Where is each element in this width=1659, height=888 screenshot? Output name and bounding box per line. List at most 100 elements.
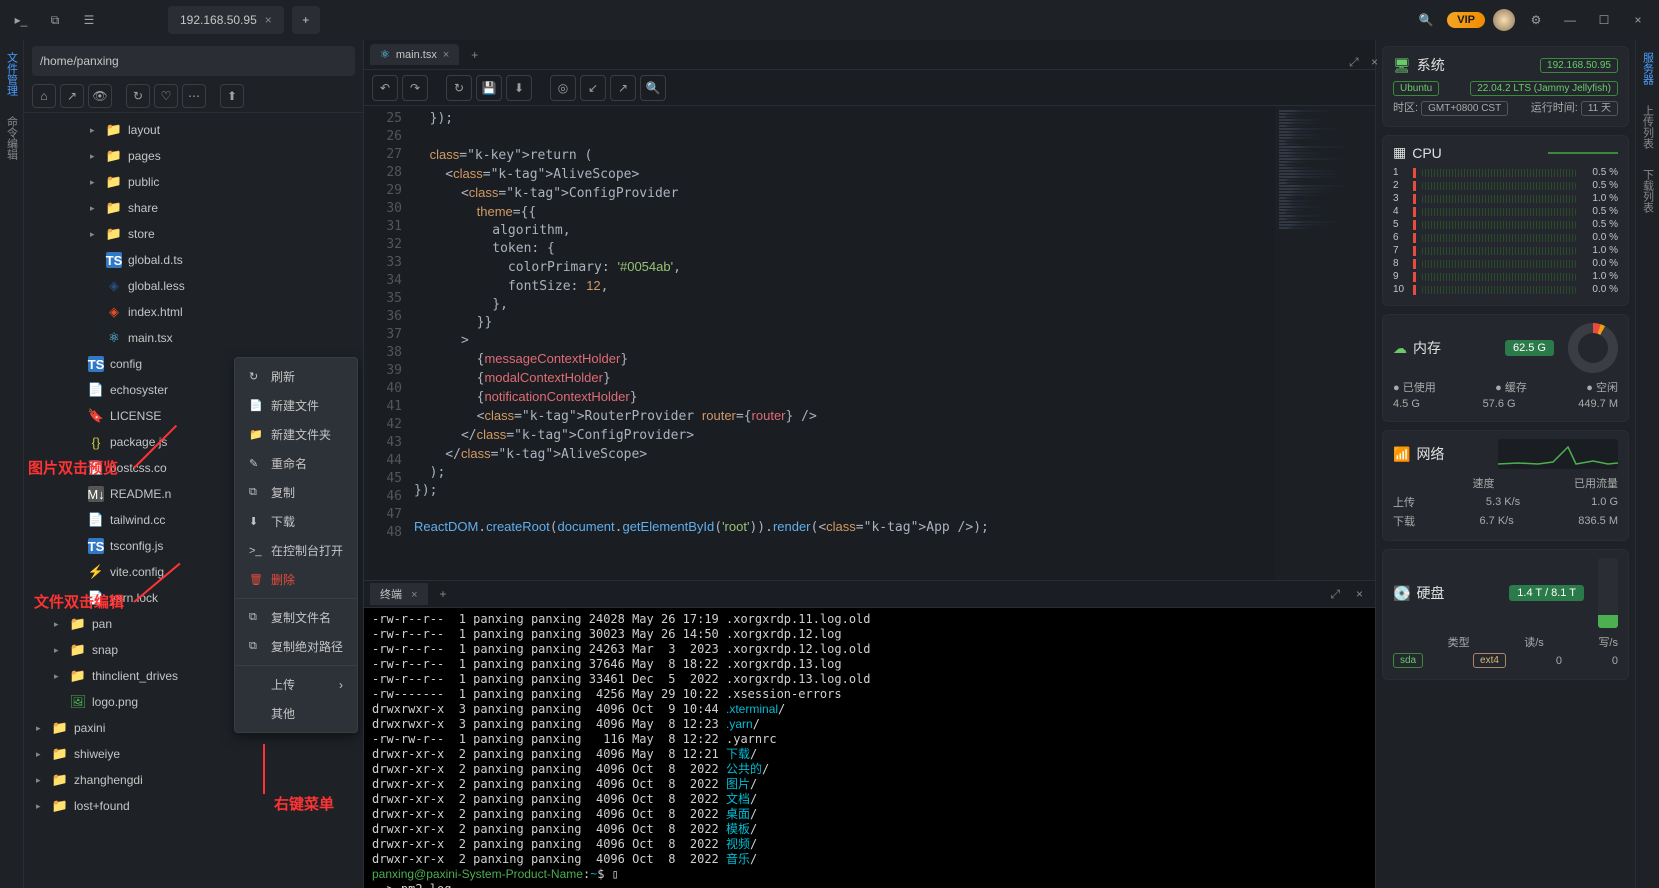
left-sidebar: 文件管理 命令编辑	[0, 40, 24, 888]
file-panel: /home/panxing ⌂ ↗ 👁 ↻ ♡ ⋯ ⬆ 图片双击预览 文件双击编…	[24, 40, 364, 888]
expand-icon[interactable]: ⤢	[1324, 587, 1346, 602]
tree-item[interactable]: ◈global.less	[24, 273, 363, 299]
download-icon[interactable]: ⬇	[506, 75, 532, 101]
tree-item[interactable]: ▸📁share	[24, 195, 363, 221]
tab-command-editor[interactable]: 命令编辑	[2, 112, 22, 164]
context-menu-item[interactable]: ⬇下载	[235, 507, 357, 536]
tree-item[interactable]: ⚛main.tsx	[24, 325, 363, 351]
context-menu-item[interactable]: ⧉复制文件名	[235, 603, 357, 632]
tree-label: yarn.lock	[110, 591, 158, 605]
new-terminal-tab[interactable]: +	[432, 587, 455, 601]
tree-item[interactable]: TSglobal.d.ts	[24, 247, 363, 273]
close-icon[interactable]: ×	[265, 13, 272, 27]
context-menu-item[interactable]: 🗑删除	[235, 565, 357, 594]
refresh-icon[interactable]: ↻	[446, 75, 472, 101]
list-icon[interactable]: ☰	[76, 7, 102, 33]
file-toolbar: ⌂ ↗ 👁 ↻ ♡ ⋯ ⬆	[24, 80, 363, 113]
editor-tabs: ⚛ main.tsx × +	[364, 40, 1375, 70]
terminal[interactable]: -rw-r--r-- 1 panxing panxing 24028 May 2…	[364, 608, 1375, 888]
minimize-icon[interactable]: —	[1557, 7, 1583, 33]
editor-tab-main[interactable]: ⚛ main.tsx ×	[370, 44, 459, 65]
close-icon[interactable]: ×	[411, 589, 417, 601]
tree-item[interactable]: ◈index.html	[24, 299, 363, 325]
layout-icon[interactable]: ⧉	[42, 7, 68, 33]
file-tree: 图片双击预览 文件双击编辑 右键菜单 ▸📁layout▸📁pages▸📁publ…	[24, 113, 363, 888]
favorite-icon[interactable]: ♡	[154, 84, 178, 108]
tree-label: public	[128, 175, 159, 189]
tree-item[interactable]: ▸📁store	[24, 221, 363, 247]
compass-icon[interactable]: ◎	[550, 75, 576, 101]
save-icon[interactable]: 💾	[476, 75, 502, 101]
more-icon[interactable]: ⋯	[182, 84, 206, 108]
undo-icon[interactable]: ↶	[372, 75, 398, 101]
upload-icon[interactable]: ⬆	[220, 84, 244, 108]
cpu-core-row: 10.5 %	[1393, 167, 1618, 178]
minimap[interactable]	[1275, 106, 1375, 580]
tab-file-manager[interactable]: 文件管理	[2, 48, 22, 100]
context-menu-item[interactable]: 上传›	[235, 670, 357, 699]
maximize-icon[interactable]: ☐	[1591, 7, 1617, 33]
tree-item[interactable]: ▸📁layout	[24, 117, 363, 143]
cpu-core-row: 91.0 %	[1393, 271, 1618, 282]
context-menu-item[interactable]: 📁新建文件夹	[235, 420, 357, 449]
expand-icon[interactable]: ↗	[610, 75, 636, 101]
tree-label: share	[128, 201, 158, 215]
context-menu-item[interactable]: 📄新建文件	[235, 391, 357, 420]
tree-item[interactable]: ▸📁lost+found	[24, 793, 363, 819]
expand-icon[interactable]: ⤢	[1349, 55, 1365, 71]
close-icon[interactable]: ×	[443, 49, 449, 61]
code-area[interactable]: }); class="k-key">return ( <class="k-tag…	[414, 106, 1275, 580]
tree-label: pan	[92, 617, 112, 631]
tree-label: layout	[128, 123, 160, 137]
context-menu-item[interactable]: 其他	[235, 699, 357, 728]
context-menu-item[interactable]: ⧉复制	[235, 478, 357, 507]
avatar[interactable]	[1493, 9, 1515, 31]
terminal-icon[interactable]: ▸_	[8, 7, 34, 33]
close-icon[interactable]: ×	[1350, 587, 1369, 601]
context-menu-item[interactable]: ⧉复制绝对路径	[235, 632, 357, 661]
tree-item[interactable]: ▸📁pages	[24, 143, 363, 169]
search-icon[interactable]: 🔍	[640, 75, 666, 101]
gutter: 25 26 27 28 29 30 31 32 33 34 35 36 37 3…	[364, 106, 414, 580]
refresh-icon[interactable]: ↻	[126, 84, 150, 108]
tree-item[interactable]: ▸📁zhanghengdi	[24, 767, 363, 793]
context-menu-item[interactable]: ✎重命名	[235, 449, 357, 478]
cpu-core-row: 60.0 %	[1393, 232, 1618, 243]
tree-label: index.html	[128, 305, 183, 319]
system-card: 🖥系统 192.168.50.95 Ubuntu22.04.2 LTS (Jam…	[1382, 46, 1629, 127]
tree-item[interactable]: ▸📁shiweiye	[24, 741, 363, 767]
disk-icon: 💽	[1393, 585, 1410, 602]
tab-upload-list[interactable]: 上传列表	[1638, 101, 1658, 153]
path-input[interactable]: /home/panxing	[32, 46, 355, 76]
react-icon: ⚛	[380, 48, 390, 61]
home-icon[interactable]: ⌂	[32, 84, 56, 108]
close-icon[interactable]: ×	[1625, 7, 1651, 33]
cpu-icon: ▦	[1393, 144, 1406, 161]
up-icon[interactable]: ↗	[60, 84, 84, 108]
tree-label: LICENSE	[110, 409, 161, 423]
tree-label: README.n	[110, 487, 171, 501]
address-tab[interactable]: 192.168.50.95 ×	[168, 6, 284, 34]
tab-server[interactable]: 服务器	[1638, 48, 1658, 89]
tree-item[interactable]: ▸📁public	[24, 169, 363, 195]
tree-label: tsconfig.js	[110, 539, 163, 553]
shrink-icon[interactable]: ↙	[580, 75, 606, 101]
tree-label: postcss.co	[110, 461, 167, 475]
terminal-tab[interactable]: 终端 ×	[370, 583, 428, 605]
close-icon[interactable]: ×	[1371, 55, 1387, 71]
context-menu-item[interactable]: ↻刷新	[235, 362, 357, 391]
editor-body[interactable]: 25 26 27 28 29 30 31 32 33 34 35 36 37 3…	[364, 106, 1375, 580]
context-menu-item[interactable]: >_在控制台打开	[235, 536, 357, 565]
tree-label: config	[110, 357, 142, 371]
ip-badge[interactable]: 192.168.50.95	[1540, 58, 1618, 73]
search-icon[interactable]: 🔍	[1413, 7, 1439, 33]
hidden-icon[interactable]: 👁	[88, 84, 112, 108]
tree-label: echosyster	[110, 383, 168, 397]
redo-icon[interactable]: ↷	[402, 75, 428, 101]
vip-badge[interactable]: VIP	[1447, 12, 1485, 28]
new-editor-tab[interactable]: +	[463, 48, 486, 62]
new-tab-button[interactable]: +	[292, 6, 320, 34]
tab-download-list[interactable]: 下载列表	[1638, 165, 1658, 217]
settings-icon[interactable]: ⚙	[1523, 7, 1549, 33]
cpu-core-row: 31.0 %	[1393, 193, 1618, 204]
